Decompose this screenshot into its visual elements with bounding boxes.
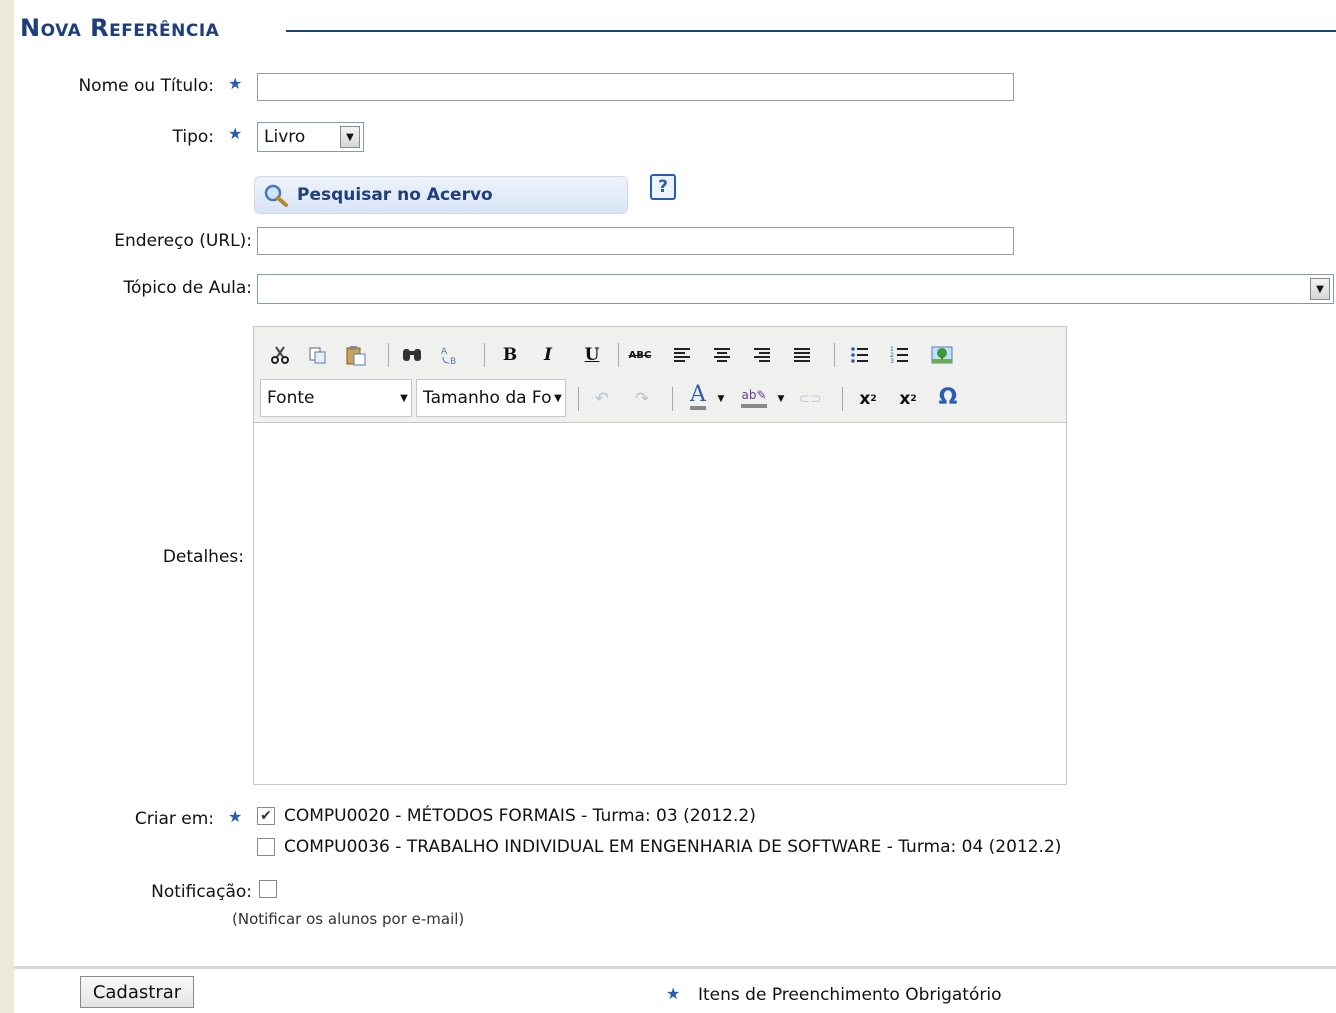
replace-icon[interactable]: AB (436, 341, 464, 369)
criar-em-label-text: Criar em: (134, 809, 214, 829)
image-icon[interactable] (928, 341, 956, 369)
turma-option[interactable]: ✔ COMPU0020 - MÉTODOS FORMAIS - Turma: 0… (257, 806, 756, 826)
turma-label: COMPU0020 - MÉTODOS FORMAIS - Turma: 03 … (284, 806, 756, 826)
required-star-icon: ★ (228, 807, 243, 826)
detalhes-label-text: Detalhes: (162, 547, 244, 567)
page-title: Nova Referência (20, 14, 220, 42)
cut-icon[interactable] (266, 341, 294, 369)
detalhes-label: Detalhes: (14, 547, 244, 567)
chevron-down-icon[interactable]: ▼ (774, 385, 788, 413)
url-input[interactable] (257, 227, 1014, 255)
toolbar-separator (834, 343, 835, 367)
font-family-value: Fonte (267, 388, 315, 408)
toolbar-separator (842, 387, 843, 411)
font-family-select[interactable]: Fonte ▼ (260, 379, 412, 417)
turma-option[interactable]: COMPU0036 - TRABALHO INDIVIDUAL EM ENGEN… (257, 837, 1061, 857)
magnifier-icon (264, 184, 288, 207)
editor-content-area[interactable] (254, 423, 1066, 784)
underline-icon[interactable]: U (578, 341, 606, 369)
notificacao-hint: (Notificar os alunos por e-mail) (232, 910, 465, 928)
notificacao-label: Notificação: (14, 882, 252, 902)
search-collection-button[interactable]: Pesquisar no Acervo (254, 176, 628, 214)
subscript-icon[interactable]: x2 (854, 385, 882, 413)
nome-input[interactable] (257, 73, 1014, 101)
chevron-down-icon: ▼ (400, 392, 408, 404)
spellcheck-icon[interactable]: ABC (626, 341, 654, 369)
toolbar-separator (578, 387, 579, 411)
nome-label-text: Nome ou Título: (78, 76, 214, 96)
font-size-value: Tamanho da Fonte (423, 388, 551, 408)
url-label: Endereço (URL): (14, 231, 252, 251)
align-right-icon[interactable] (748, 341, 776, 369)
rich-text-editor: AB B I U ABC 123 Fonte ▼ Tamanho da Fo ▼… (253, 326, 1067, 785)
svg-text:3: 3 (890, 358, 894, 364)
superscript-icon[interactable]: x2 (894, 385, 922, 413)
nome-label: Nome ou Título: (14, 76, 214, 96)
redo-icon[interactable]: ↷ (628, 385, 656, 413)
chevron-down-icon[interactable]: ▼ (1310, 278, 1330, 300)
topico-label-text: Tópico de Aula: (123, 278, 253, 298)
font-size-select[interactable]: Tamanho da Fonte ▼ (416, 379, 566, 417)
editor-toolbar: AB B I U ABC 123 Fonte ▼ Tamanho da Fo ▼… (254, 327, 1066, 423)
required-star-icon: ★ (666, 984, 681, 1003)
link-icon[interactable]: ⊂⊃ (796, 385, 824, 413)
bold-icon[interactable]: B (496, 341, 524, 369)
toolbar-separator (672, 387, 673, 411)
required-star-icon: ★ (228, 124, 243, 143)
find-icon[interactable] (398, 341, 426, 369)
notificacao-checkbox[interactable] (259, 880, 277, 898)
turma-checkbox[interactable]: ✔ (257, 807, 275, 825)
required-legend: Itens de Preenchimento Obrigatório (698, 985, 1002, 1005)
topico-label: Tópico de Aula: (14, 278, 253, 298)
tipo-label: Tipo: (14, 127, 214, 147)
cadastrar-button[interactable]: Cadastrar (80, 976, 194, 1008)
align-justify-icon[interactable] (788, 341, 816, 369)
required-star-icon: ★ (228, 74, 243, 93)
heading-rule (286, 30, 1336, 32)
criar-em-label: Criar em: (14, 809, 214, 829)
bullet-list-icon[interactable] (846, 341, 874, 369)
page: Nova Referência Nome ou Título: ★ Tipo: … (14, 0, 1336, 1013)
chevron-down-icon: ▼ (554, 392, 562, 404)
numbered-list-icon[interactable]: 123 (886, 341, 914, 369)
chevron-down-icon[interactable]: ▼ (714, 385, 728, 413)
paste-icon[interactable] (342, 341, 370, 369)
align-left-icon[interactable] (668, 341, 696, 369)
font-color-icon[interactable]: A (684, 383, 712, 411)
svg-text:B: B (450, 357, 456, 366)
special-char-icon[interactable]: Ω (934, 383, 962, 411)
highlight-icon[interactable]: ab✎ (740, 383, 768, 411)
toolbar-separator (388, 343, 389, 367)
svg-text:A: A (441, 347, 448, 357)
undo-icon[interactable]: ↶ (588, 385, 616, 413)
topico-select[interactable]: ▼ (257, 274, 1334, 304)
toolbar-separator (484, 343, 485, 367)
help-icon[interactable]: ? (650, 174, 676, 200)
italic-icon[interactable]: I (534, 341, 562, 369)
url-label-text: Endereço (URL): (114, 231, 252, 251)
chevron-down-icon[interactable]: ▼ (340, 126, 360, 148)
tipo-label-text: Tipo: (172, 127, 214, 147)
toolbar-separator (618, 343, 619, 367)
search-collection-label: Pesquisar no Acervo (297, 185, 493, 205)
notificacao-label-text: Notificação: (151, 882, 252, 902)
turma-label: COMPU0036 - TRABALHO INDIVIDUAL EM ENGEN… (284, 837, 1062, 857)
align-center-icon[interactable] (708, 341, 736, 369)
tipo-select-value: Livro (264, 127, 306, 147)
copy-icon[interactable] (304, 341, 332, 369)
tipo-select[interactable]: Livro ▼ (257, 122, 364, 152)
footer-divider (14, 966, 1336, 969)
turma-checkbox[interactable] (257, 838, 275, 856)
